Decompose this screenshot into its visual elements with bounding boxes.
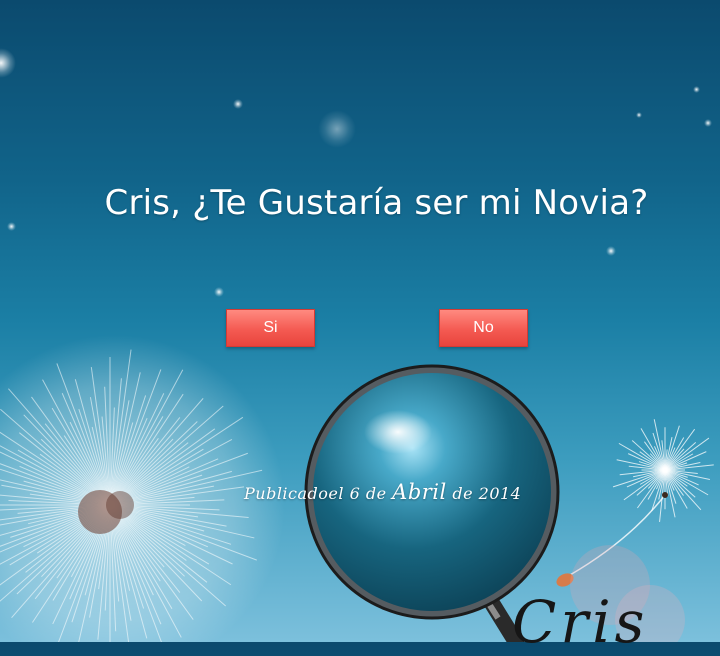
published-month: Abril xyxy=(392,480,447,504)
background-illustration xyxy=(0,335,714,642)
no-button[interactable]: No xyxy=(439,309,528,347)
published-year: de 2014 xyxy=(446,484,522,503)
dandelion-left xyxy=(0,335,285,642)
signature: Cris xyxy=(512,588,649,656)
sparkle xyxy=(636,112,642,118)
sparkle xyxy=(0,48,16,78)
sparkle xyxy=(233,99,243,109)
sparkle xyxy=(7,222,16,231)
question-title: Cris, ¿Te Gustaría ser mi Novia? xyxy=(104,183,649,223)
sparkle xyxy=(704,119,712,127)
yes-button[interactable]: Si xyxy=(226,309,315,347)
sparkle xyxy=(606,246,616,256)
sparkle xyxy=(318,110,356,148)
sparkle xyxy=(693,86,700,93)
published-prefix: Publicado xyxy=(244,484,329,503)
published-connector: el 6 de xyxy=(328,484,393,503)
sparkle xyxy=(214,287,224,297)
published-date: Publicadoel 6 de Abril de 2014 xyxy=(244,480,544,504)
